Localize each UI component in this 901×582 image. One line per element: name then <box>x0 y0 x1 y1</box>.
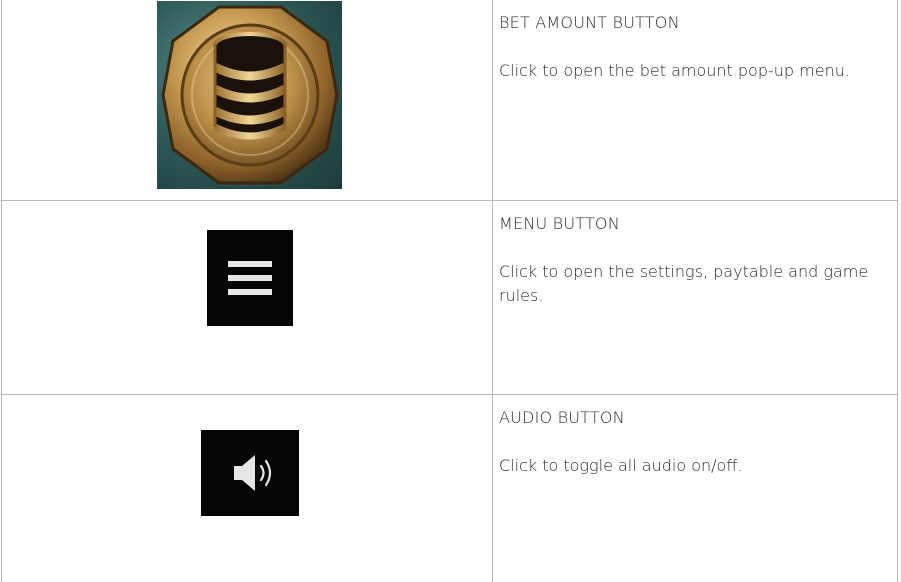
bet-amount-coin-icon <box>157 1 342 189</box>
description-cell: BET AMOUNT BUTTON Click to open the bet … <box>493 0 898 201</box>
speaker-audio-icon <box>201 430 299 516</box>
icon-cell <box>2 395 493 582</box>
icon-cell <box>2 0 493 201</box>
button-description: Click to open the settings, paytable and… <box>499 260 897 308</box>
button-title: BET AMOUNT BUTTON <box>499 11 897 35</box>
table-row: MENU BUTTON Click to open the settings, … <box>2 201 898 395</box>
button-help-table: BET AMOUNT BUTTON Click to open the bet … <box>1 0 898 582</box>
description-cell: MENU BUTTON Click to open the settings, … <box>493 201 898 395</box>
icon-cell <box>2 201 493 395</box>
table-row: AUDIO BUTTON Click to toggle all audio o… <box>2 395 898 582</box>
button-description: Click to toggle all audio on/off. <box>499 454 897 478</box>
button-description: Click to open the bet amount pop-up menu… <box>499 59 897 83</box>
table-row: BET AMOUNT BUTTON Click to open the bet … <box>2 0 898 201</box>
menu-hamburger-icon <box>207 230 293 326</box>
description-cell: AUDIO BUTTON Click to toggle all audio o… <box>493 395 898 582</box>
button-title: MENU BUTTON <box>499 212 897 236</box>
button-title: AUDIO BUTTON <box>499 406 897 430</box>
